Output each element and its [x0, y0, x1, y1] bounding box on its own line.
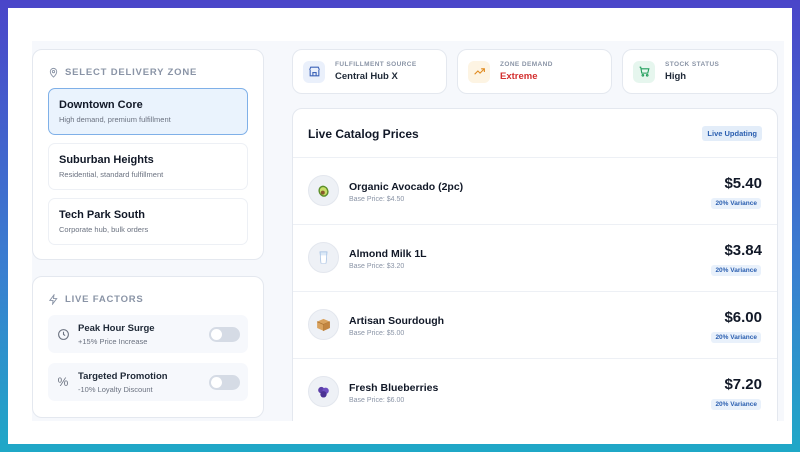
app-canvas: SELECT DELIVERY ZONE Downtown Core High …	[32, 41, 784, 421]
milk-glass-icon	[308, 242, 339, 273]
stat-stock-status: STOCK STATUS High	[622, 49, 778, 94]
product-name: Almond Milk 1L	[349, 248, 427, 260]
product-price: $5.40	[724, 175, 762, 192]
product-price: $7.20	[724, 376, 762, 393]
live-updating-badge: Live Updating	[702, 126, 762, 141]
blueberries-icon	[308, 376, 339, 407]
percent-icon: %	[57, 375, 69, 389]
factor-title: Peak Hour Surge	[78, 322, 155, 334]
zone-option-downtown-core[interactable]: Downtown Core High demand, premium fulfi…	[48, 88, 248, 135]
factor-subtitle: -10% Loyalty Discount	[78, 384, 153, 394]
factor-subtitle: +15% Price Increase	[78, 336, 148, 346]
zone-option-tech-park-south[interactable]: Tech Park South Corporate hub, bulk orde…	[48, 198, 248, 245]
product-name: Artisan Sourdough	[349, 315, 445, 327]
stat-value: Extreme	[500, 71, 538, 82]
factor-peak-hour-surge: Peak Hour Surge +15% Price Increase	[48, 315, 248, 353]
zone-section-label: SELECT DELIVERY ZONE	[65, 67, 198, 78]
factor-title: Targeted Promotion	[78, 370, 168, 382]
stat-value: Central Hub X	[335, 71, 398, 82]
toggle-knob	[211, 329, 222, 340]
window-frame: SELECT DELIVERY ZONE Downtown Core High …	[8, 8, 792, 444]
variance-badge: 20% Variance	[711, 399, 761, 410]
factors-section-title: LIVE FACTORS	[48, 294, 144, 305]
trend-up-icon	[468, 60, 490, 83]
stat-value: High	[665, 71, 687, 82]
stat-fulfillment-source: FULFILLMENT SOURCE Central Hub X	[292, 49, 447, 94]
catalog-row[interactable]: Almond Milk 1L Base Price: $3.20 $3.84 2…	[293, 225, 777, 292]
stat-zone-demand: ZONE DEMAND Extreme	[457, 49, 612, 94]
zone-description: Residential, standard fulfillment	[59, 170, 164, 179]
factors-panel: LIVE FACTORS Peak Hour Surge +15% Price …	[32, 276, 264, 418]
peak-hour-toggle[interactable]	[209, 327, 240, 342]
zone-panel: SELECT DELIVERY ZONE Downtown Core High …	[32, 49, 264, 260]
product-price: $3.84	[724, 242, 762, 259]
factors-section-label: LIVE FACTORS	[65, 294, 144, 305]
lightning-icon	[48, 294, 58, 305]
product-price: $6.00	[724, 309, 762, 326]
stat-label: STOCK STATUS	[665, 61, 720, 68]
product-base-price: Base Price: $4.50	[349, 196, 405, 203]
zone-name: Tech Park South	[59, 209, 145, 221]
catalog-row[interactable]: Fresh Blueberries Base Price: $6.00 $7.2…	[293, 359, 777, 421]
product-base-price: Base Price: $3.20	[349, 263, 405, 270]
product-name: Organic Avocado (2pc)	[349, 181, 464, 193]
catalog-header: Live Catalog Prices Live Updating	[293, 109, 777, 158]
factor-targeted-promotion: % Targeted Promotion -10% Loyalty Discou…	[48, 363, 248, 401]
clock-icon	[56, 327, 70, 341]
catalog-row[interactable]: Artisan Sourdough Base Price: $5.00 $6.0…	[293, 292, 777, 359]
store-icon	[303, 60, 325, 83]
toggle-knob	[211, 377, 222, 388]
stat-label: ZONE DEMAND	[500, 61, 553, 68]
zone-option-suburban-heights[interactable]: Suburban Heights Residential, standard f…	[48, 143, 248, 190]
catalog-title: Live Catalog Prices	[308, 127, 419, 141]
product-base-price: Base Price: $6.00	[349, 397, 405, 404]
product-name: Fresh Blueberries	[349, 382, 439, 394]
cart-icon	[633, 60, 655, 83]
package-icon	[308, 309, 339, 340]
catalog-panel: Live Catalog Prices Live Updating Organi…	[292, 108, 778, 421]
stat-label: FULFILLMENT SOURCE	[335, 61, 417, 68]
variance-badge: 20% Variance	[711, 265, 761, 276]
zone-description: High demand, premium fulfillment	[59, 115, 171, 124]
zone-description: Corporate hub, bulk orders	[59, 225, 149, 234]
variance-badge: 20% Variance	[711, 332, 761, 343]
product-base-price: Base Price: $5.00	[349, 330, 405, 337]
map-pin-icon	[49, 67, 58, 78]
zone-section-title: SELECT DELIVERY ZONE	[48, 67, 197, 78]
zone-name: Suburban Heights	[59, 154, 154, 166]
promotion-toggle[interactable]	[209, 375, 240, 390]
avocado-icon	[308, 175, 339, 206]
catalog-row[interactable]: Organic Avocado (2pc) Base Price: $4.50 …	[293, 158, 777, 225]
zone-name: Downtown Core	[59, 99, 143, 111]
variance-badge: 20% Variance	[711, 198, 761, 209]
